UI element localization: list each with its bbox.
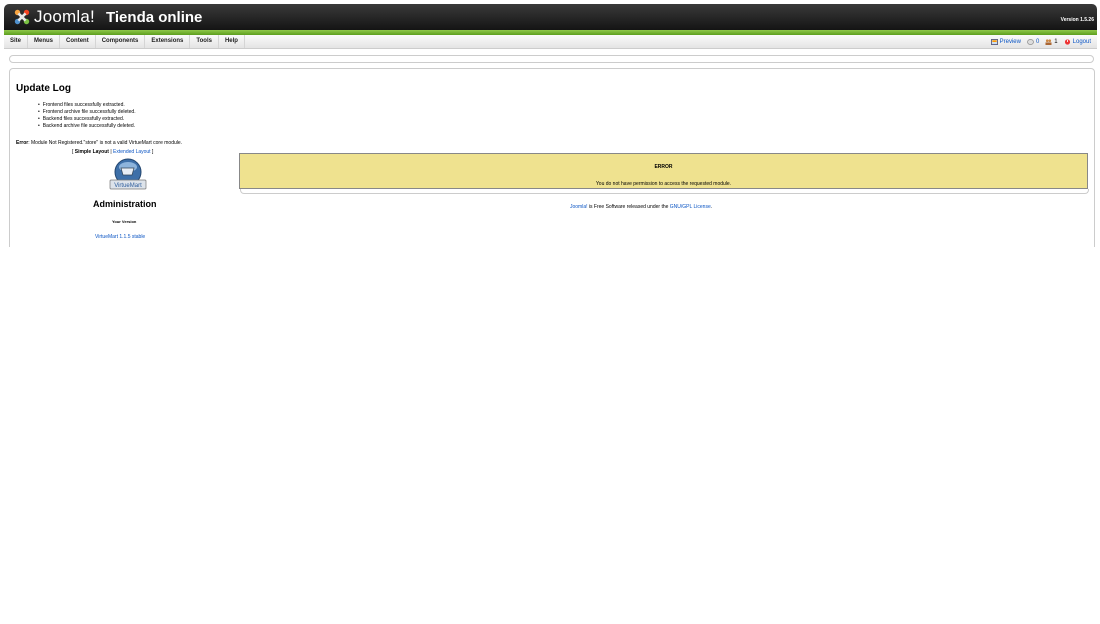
menu-tools[interactable]: Tools: [190, 35, 219, 48]
main-menu: Site Menus Content Components Extensions…: [4, 35, 1097, 49]
site-title: Tienda online: [106, 9, 203, 26]
content-panel: Update Log Frontend files successfully e…: [9, 68, 1095, 247]
logout-link-label[interactable]: Logout: [1073, 39, 1091, 45]
menu-components[interactable]: Components: [96, 35, 146, 48]
messages-icon: [1027, 38, 1034, 45]
status-links: Preview 0 1 Logout: [990, 35, 1091, 48]
menu-help[interactable]: Help: [219, 35, 245, 48]
virtuemart-logo-icon[interactable]: VirtueMart: [106, 158, 150, 192]
joomla-link[interactable]: Joomla!: [570, 204, 588, 210]
preview-link-label[interactable]: Preview: [1000, 39, 1021, 45]
error-text: : Module Not Registered."store" is not a…: [28, 140, 183, 146]
users-online-label: 1: [1054, 38, 1058, 45]
menu-menus[interactable]: Menus: [28, 35, 61, 48]
menu-extensions[interactable]: Extensions: [145, 35, 191, 48]
extended-layout-link[interactable]: Extended Layout: [113, 149, 151, 155]
footer-text: Joomla! is Free Software released under …: [570, 204, 712, 210]
administration-title: Administration: [93, 199, 157, 209]
your-version-label: Your Version: [112, 219, 137, 224]
joomla-logo-text: Joomla!: [34, 7, 95, 26]
module-error-line: Error: Module Not Registered."store" is …: [16, 140, 182, 146]
messages-count-label[interactable]: 0: [1036, 39, 1039, 45]
preview-link[interactable]: Preview: [990, 38, 1021, 45]
list-item: Backend archive file successfully delete…: [38, 123, 136, 130]
footer-middle: is Free Software released under the: [587, 204, 670, 210]
error-label: Error: [16, 140, 29, 146]
bracket-close: ]: [150, 149, 154, 155]
menu-site[interactable]: Site: [4, 35, 29, 48]
preview-icon: [990, 38, 998, 45]
update-log-title: Update Log: [16, 83, 71, 94]
joomla-logo[interactable]: Joomla!: [13, 7, 95, 27]
error-heading: ERROR: [654, 164, 673, 170]
footer-end: .: [710, 204, 713, 210]
users-icon: [1045, 38, 1052, 45]
list-item: Backend files successfully extracted.: [38, 116, 136, 123]
error-message: You do not have permission to access the…: [595, 181, 732, 187]
error-message-box: ERROR You do not have permission to acce…: [239, 153, 1088, 189]
list-item: Frontend archive file successfully delet…: [38, 109, 136, 116]
update-log-list: Frontend files successfully extracted. F…: [38, 102, 136, 130]
license-link[interactable]: GNU/GPL License: [670, 204, 711, 210]
users-online[interactable]: 1: [1045, 38, 1058, 45]
logout-icon: [1064, 38, 1070, 45]
logout-link[interactable]: Logout: [1064, 39, 1091, 45]
version-label: Version 1.5.26: [1060, 17, 1094, 23]
admin-shell: Joomla! Tienda online Version 1.5.26 Sit…: [4, 4, 1097, 247]
layout-switcher: [ Simple Layout | Extended Layout ]: [72, 149, 153, 155]
messages-count[interactable]: 0: [1027, 38, 1039, 45]
virtuemart-version-link[interactable]: VirtueMart 1.1.5 stable: [95, 234, 145, 240]
simple-layout-label: Simple Layout: [74, 149, 109, 155]
menu-content[interactable]: Content: [60, 35, 96, 48]
header-bar: Joomla! Tienda online Version 1.5.26: [4, 4, 1097, 30]
virtuemart-logo-text: VirtueMart: [114, 183, 142, 189]
toolbar-box: [9, 55, 1094, 63]
module-box-bottom: [240, 189, 1089, 194]
joomla-logo-icon: [14, 9, 30, 25]
list-item: Frontend files successfully extracted.: [38, 102, 136, 109]
